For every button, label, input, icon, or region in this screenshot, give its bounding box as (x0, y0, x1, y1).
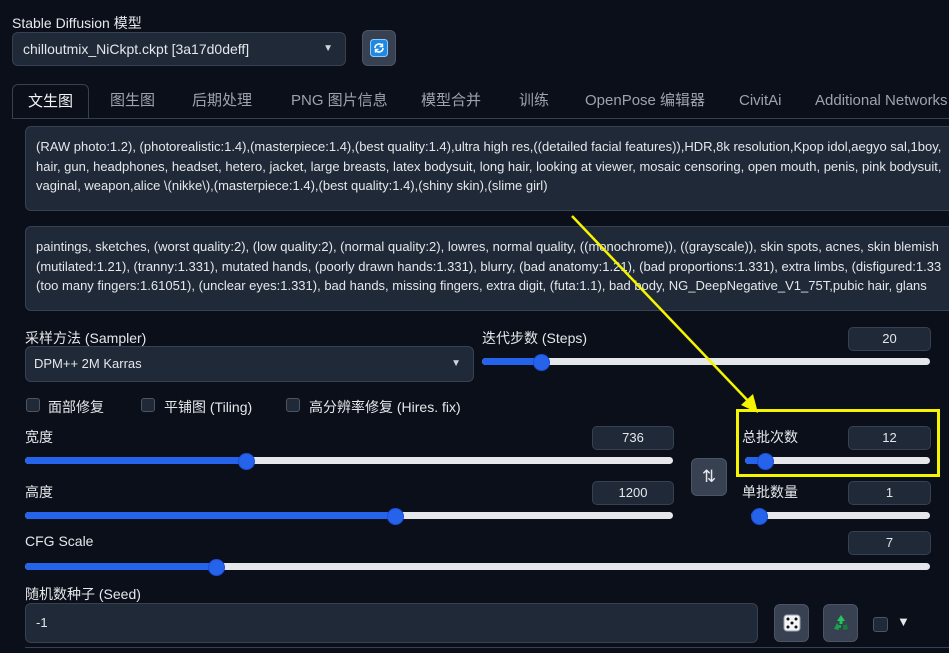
tab-bar: 文生图 图生图 后期处理 PNG 图片信息 模型合并 训练 OpenPose 编… (12, 84, 949, 119)
sampler-label: 采样方法 (Sampler) (25, 330, 147, 346)
sampler-select[interactable]: DPM++ 2M Karras ▼ (25, 346, 474, 382)
height-number-input[interactable]: 1200 (592, 481, 674, 505)
model-select[interactable]: chilloutmix_NiCkpt.ckpt [3a17d0deff] ▼ (12, 32, 346, 66)
next-section-border (25, 647, 949, 653)
batch-size-slider-thumb[interactable] (751, 508, 768, 525)
face-restore-label: 面部修复 (48, 399, 104, 415)
tiling-checkbox[interactable] (141, 398, 155, 412)
steps-label: 迭代步数 (Steps) (482, 330, 588, 346)
tab-openpose-editor[interactable]: OpenPose 编辑器 (585, 84, 705, 118)
hires-fix-checkbox[interactable] (286, 398, 300, 412)
tab-checkpoint-merger[interactable]: 模型合并 (421, 84, 481, 118)
steps-number-input[interactable]: 20 (848, 327, 931, 351)
batch-size-slider[interactable] (751, 508, 930, 525)
steps-slider[interactable] (482, 354, 930, 371)
cfg-scale-slider-thumb[interactable] (208, 559, 226, 576)
refresh-icon (370, 39, 388, 57)
tab-img2img[interactable]: 图生图 (110, 84, 155, 118)
recycle-icon (833, 615, 848, 630)
dice-icon (783, 614, 800, 632)
width-label: 宽度 (25, 429, 53, 445)
swap-dimensions-button[interactable]: ⇅ (691, 458, 727, 496)
refresh-model-button[interactable] (362, 30, 396, 66)
height-slider[interactable] (25, 508, 673, 525)
width-slider[interactable] (25, 453, 673, 470)
cfg-scale-slider[interactable] (25, 559, 930, 576)
sampler-selected-value: DPM++ 2M Karras (34, 356, 142, 371)
height-slider-fill (25, 512, 395, 519)
model-selected-value: chilloutmix_NiCkpt.ckpt [3a17d0deff] (23, 41, 250, 57)
tab-civitai[interactable]: CivitAi (739, 84, 782, 118)
tab-additional-networks[interactable]: Additional Networks (815, 84, 948, 118)
batch-size-label: 单批数量 (742, 484, 798, 500)
swap-arrows-icon: ⇅ (701, 467, 717, 486)
steps-slider-fill (482, 358, 541, 365)
seed-input[interactable]: -1 (25, 603, 758, 643)
height-label: 高度 (25, 484, 53, 500)
chevron-down-icon: ▼ (451, 358, 461, 369)
tab-train[interactable]: 训练 (519, 84, 549, 118)
reuse-seed-button[interactable] (823, 604, 858, 642)
hires-fix-label: 高分辨率修复 (Hires. fix) (309, 399, 461, 415)
width-slider-fill (25, 457, 246, 464)
tab-txt2img[interactable]: 文生图 (12, 84, 90, 119)
tab-png-info[interactable]: PNG 图片信息 (291, 84, 388, 118)
width-slider-thumb[interactable] (238, 453, 256, 470)
caret-down-icon[interactable]: ▼ (897, 614, 910, 629)
cfg-scale-slider-fill (25, 563, 216, 570)
extra-seed-checkbox[interactable] (873, 617, 888, 632)
chevron-down-icon: ▼ (323, 43, 333, 54)
negative-prompt-textarea[interactable]: paintings, sketches, (worst quality:2), … (25, 226, 949, 311)
prompt-textarea[interactable]: (RAW photo:1.2), (photorealistic:1.4),(m… (25, 126, 949, 211)
annotation-highlight-box (736, 409, 940, 477)
tiling-label: 平铺图 (Tiling) (164, 399, 253, 415)
width-number-input[interactable]: 736 (592, 426, 674, 450)
model-label: Stable Diffusion 模型 (12, 15, 142, 31)
random-seed-button[interactable] (774, 604, 809, 642)
steps-slider-thumb[interactable] (533, 354, 551, 371)
cfg-scale-number-input[interactable]: 7 (848, 531, 931, 555)
tab-divider (12, 118, 949, 119)
tab-extras[interactable]: 后期处理 (192, 84, 252, 118)
height-slider-thumb[interactable] (387, 508, 405, 525)
batch-size-number-input[interactable]: 1 (848, 481, 931, 505)
cfg-scale-label: CFG Scale (25, 533, 94, 549)
seed-label: 随机数种子 (Seed) (25, 586, 141, 602)
face-restore-checkbox[interactable] (26, 398, 40, 412)
